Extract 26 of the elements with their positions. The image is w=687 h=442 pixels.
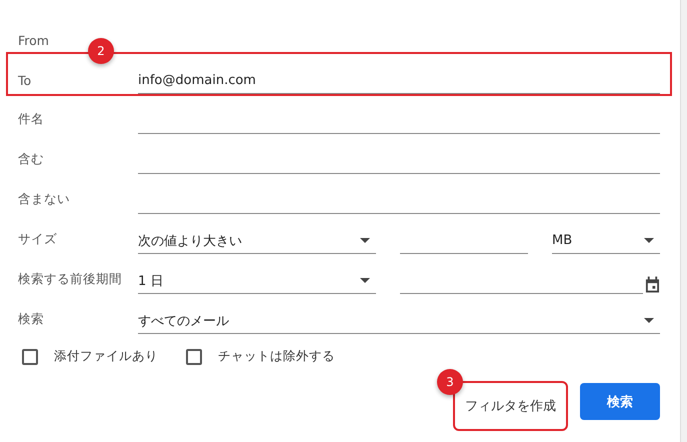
- field-label: 含まない: [18, 191, 70, 208]
- caret-icon: [360, 278, 370, 283]
- field-label: 含む: [18, 151, 44, 168]
- field-label: 検索する前後期間: [18, 271, 122, 288]
- caret-icon: [360, 238, 370, 243]
- caret-icon: [644, 238, 654, 243]
- search-dropdown[interactable]: すべてのメール: [138, 308, 660, 334]
- field-label: サイズ: [18, 231, 57, 248]
- field-label: To: [18, 73, 32, 90]
- calendar-icon[interactable]: [645, 276, 660, 294]
- caret-icon: [644, 318, 654, 323]
- checkbox-label: 添付ファイルあり: [54, 348, 158, 365]
- input-field[interactable]: info@domain.com: [138, 68, 660, 94]
- field-label: 件名: [18, 111, 44, 128]
- create-filter-button[interactable]: フィルタを作成: [455, 383, 566, 429]
- checkbox[interactable]: [186, 348, 202, 364]
- step-badge: 3: [437, 369, 463, 395]
- checkbox-label: チャットは除外する: [218, 348, 335, 365]
- field-label: From: [18, 33, 49, 50]
- field-label: 検索: [18, 311, 44, 328]
- step-badge: 2: [88, 38, 114, 64]
- size-dropdown[interactable]: 次の値より大きい: [138, 228, 376, 254]
- search-button[interactable]: 検索: [580, 383, 660, 420]
- period-dropdown[interactable]: 1 日: [138, 268, 376, 294]
- unit-dropdown[interactable]: MB: [552, 228, 660, 254]
- checkbox[interactable]: [22, 348, 38, 364]
